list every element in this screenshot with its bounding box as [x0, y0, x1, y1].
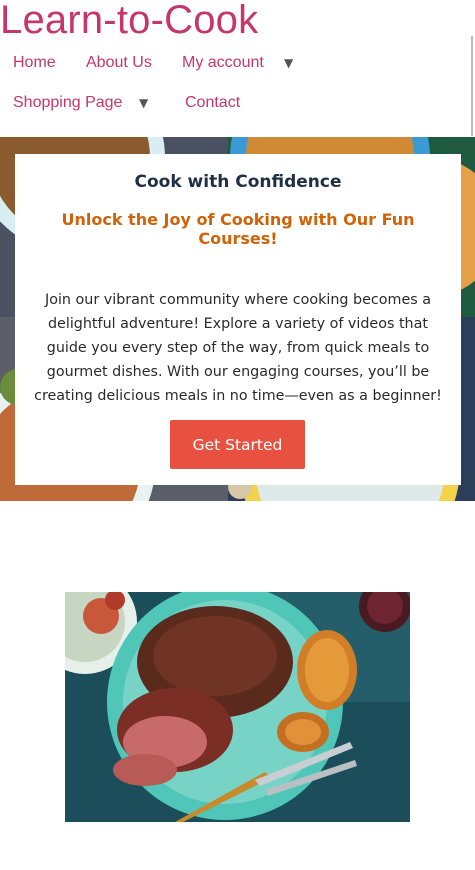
scrollbar[interactable]	[471, 36, 473, 136]
nav-home[interactable]: Home	[13, 54, 56, 72]
nav-about-us[interactable]: About Us	[86, 54, 152, 72]
get-started-button[interactable]: Get Started	[170, 420, 305, 469]
hero-description: Join our vibrant community where cooking…	[34, 292, 442, 404]
nav-shopping-page[interactable]: Shopping Page	[13, 94, 122, 112]
nav-my-account[interactable]: My account	[182, 54, 264, 72]
steak-dish-image	[65, 592, 410, 822]
hero-section: Cook with Confidence Unlock the Joy of C…	[0, 137, 475, 501]
hero-card: Cook with Confidence Unlock the Joy of C…	[15, 154, 461, 485]
hero-subheading: Unlock the Joy of Cooking with Our Fun C…	[61, 210, 415, 248]
site-title[interactable]: Learn-to-Cook	[0, 0, 258, 43]
caret-down-icon[interactable]: ▼	[139, 96, 148, 110]
nav-contact[interactable]: Contact	[185, 94, 240, 112]
caret-down-icon[interactable]: ▼	[284, 56, 293, 70]
hero-heading: Cook with Confidence	[134, 172, 342, 192]
